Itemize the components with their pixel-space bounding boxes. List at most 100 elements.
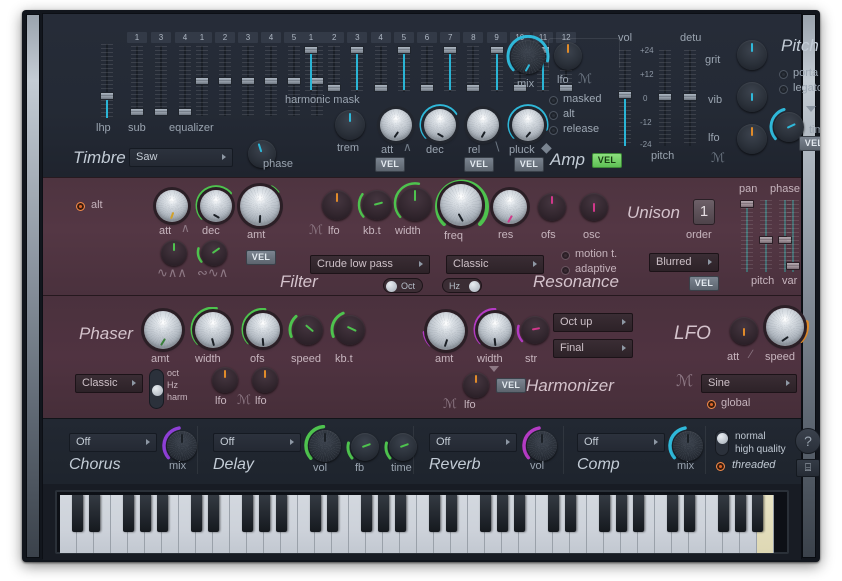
help-button[interactable]: ? <box>795 428 820 454</box>
reverb-dropdown[interactable]: Off <box>429 433 517 452</box>
knob-pitch-lfo[interactable] <box>737 124 767 154</box>
knob-reverb-vol[interactable] <box>527 431 557 461</box>
delay-dropdown[interactable]: Off <box>213 433 301 452</box>
fader-unison-phase[interactable] <box>760 200 772 272</box>
knob-filter-amt[interactable] <box>240 186 280 226</box>
vel-rel-button[interactable]: VEL <box>464 157 494 172</box>
chorus-dropdown[interactable]: Off <box>69 433 157 452</box>
eq-num-1[interactable]: 1 <box>192 32 212 43</box>
vel-att-button[interactable]: VEL <box>375 157 405 172</box>
fader-detu[interactable] <box>684 50 696 146</box>
piano-black-key[interactable] <box>276 495 287 532</box>
harmonic-num-3[interactable]: 3 <box>347 32 367 43</box>
unison-order-value[interactable]: 1 <box>693 199 715 225</box>
knob-lfo-speed[interactable] <box>766 308 804 346</box>
harmonic-num-1[interactable]: 1 <box>301 32 321 43</box>
knob-filter-kbt[interactable] <box>362 190 392 220</box>
sub-num-3[interactable]: 3 <box>151 32 171 43</box>
knob-filter-dec[interactable] <box>200 190 232 222</box>
keyboard-toggle-button[interactable]: ⌸ <box>796 459 820 477</box>
harm-interval-dropdown[interactable]: Oct up <box>553 313 633 332</box>
piano-black-key[interactable] <box>361 495 372 532</box>
fader-eq-4[interactable] <box>265 46 277 116</box>
knob-lfo-att[interactable] <box>730 317 758 345</box>
knob-delay-fb[interactable] <box>351 433 379 461</box>
knob-filter-lfo[interactable] <box>322 190 352 220</box>
harmonic-num-5[interactable]: 5 <box>394 32 414 43</box>
knob-phaser-kbt[interactable] <box>335 315 365 345</box>
piano-black-key[interactable] <box>599 495 610 532</box>
eq-num-2[interactable]: 2 <box>215 32 235 43</box>
fader-lhp[interactable] <box>101 44 113 118</box>
piano-black-key[interactable] <box>242 495 253 532</box>
piano-black-key[interactable] <box>157 495 168 532</box>
scrollbar-left[interactable] <box>26 14 40 558</box>
fader-harmonic-6[interactable] <box>421 46 433 92</box>
knob-comp-mix[interactable] <box>673 431 703 461</box>
unison-mode-dropdown[interactable]: Blurred <box>649 253 719 272</box>
knob-pluck[interactable] <box>512 109 544 141</box>
amp-radio-release[interactable] <box>549 126 558 135</box>
knob-ofs[interactable] <box>538 193 566 221</box>
phaser-rate-toggle[interactable] <box>149 369 164 409</box>
knob-res[interactable] <box>493 190 527 224</box>
piano-black-key[interactable] <box>565 495 576 532</box>
fader-eq-2[interactable] <box>219 46 231 116</box>
fader-vol[interactable] <box>619 50 631 146</box>
fader-harmonic-8[interactable] <box>467 46 479 92</box>
fader-harmonic-7[interactable] <box>444 46 456 92</box>
harm-vel-button[interactable]: VEL <box>496 378 526 393</box>
piano-black-key[interactable] <box>310 495 321 532</box>
amp-radio-masked[interactable] <box>549 96 558 105</box>
fader-harmonic-2[interactable] <box>328 46 340 92</box>
harmonic-num-4[interactable]: 4 <box>371 32 391 43</box>
timbre-preset-dropdown[interactable]: Saw <box>129 148 233 167</box>
knob-phaser-amt[interactable] <box>144 311 182 349</box>
piano-black-key[interactable] <box>378 495 389 532</box>
knob-harm-str[interactable] <box>521 316 549 344</box>
fader-eq-3[interactable] <box>242 46 254 116</box>
lfo-global-radio[interactable] <box>707 400 716 409</box>
amp-radio-alt[interactable] <box>549 111 558 120</box>
knob-phaser-lfo-2[interactable] <box>252 367 278 393</box>
filter-vel-button[interactable]: VEL <box>246 250 276 265</box>
harmonic-num-9[interactable]: 9 <box>487 32 507 43</box>
piano-black-key[interactable] <box>395 495 406 532</box>
fader-harmonic-4[interactable] <box>375 46 387 92</box>
fader-eq-1[interactable] <box>196 46 208 116</box>
piano-black-key[interactable] <box>446 495 457 532</box>
knob-phaser-width[interactable] <box>195 312 231 348</box>
piano-black-key[interactable] <box>72 495 83 532</box>
piano-black-key[interactable] <box>123 495 134 532</box>
piano-black-key[interactable] <box>616 495 627 532</box>
knob-harm-lfo[interactable] <box>463 372 489 398</box>
piano-black-key[interactable] <box>735 495 746 532</box>
knob-filter-shape-1[interactable] <box>161 240 187 266</box>
fader-sub-3[interactable] <box>155 46 167 116</box>
fader-unison-var[interactable] <box>787 200 799 272</box>
knob-grit[interactable] <box>737 40 767 70</box>
knob-harm-amt[interactable] <box>427 312 465 350</box>
piano-black-key[interactable] <box>667 495 678 532</box>
knob-trem[interactable] <box>335 110 365 140</box>
amp-vel-button[interactable]: VEL <box>592 153 622 168</box>
quality-toggle[interactable] <box>715 430 729 456</box>
lfo-shape-dropdown[interactable]: Sine <box>701 374 797 393</box>
pitch-radio-porta[interactable] <box>779 70 788 79</box>
knob-filter-width[interactable] <box>398 187 432 221</box>
knob-osc[interactable] <box>580 193 608 221</box>
fader-sub-4[interactable] <box>179 46 191 116</box>
knob-dec[interactable] <box>424 109 456 141</box>
piano-black-key[interactable] <box>514 495 525 532</box>
knob-filter-shape-2[interactable] <box>201 240 227 266</box>
phaser-type-dropdown[interactable]: Classic <box>75 374 143 393</box>
resonance-radio-motion[interactable] <box>561 251 570 260</box>
piano-black-key[interactable] <box>208 495 219 532</box>
filter-alt-radio[interactable] <box>76 202 85 211</box>
knob-phaser-ofs[interactable] <box>246 313 280 347</box>
harmonic-num-8[interactable]: 8 <box>463 32 483 43</box>
knob-phaser-speed[interactable] <box>293 315 323 345</box>
piano-black-key[interactable] <box>259 495 270 532</box>
piano-black-key[interactable] <box>684 495 695 532</box>
piano-black-key[interactable] <box>497 495 508 532</box>
